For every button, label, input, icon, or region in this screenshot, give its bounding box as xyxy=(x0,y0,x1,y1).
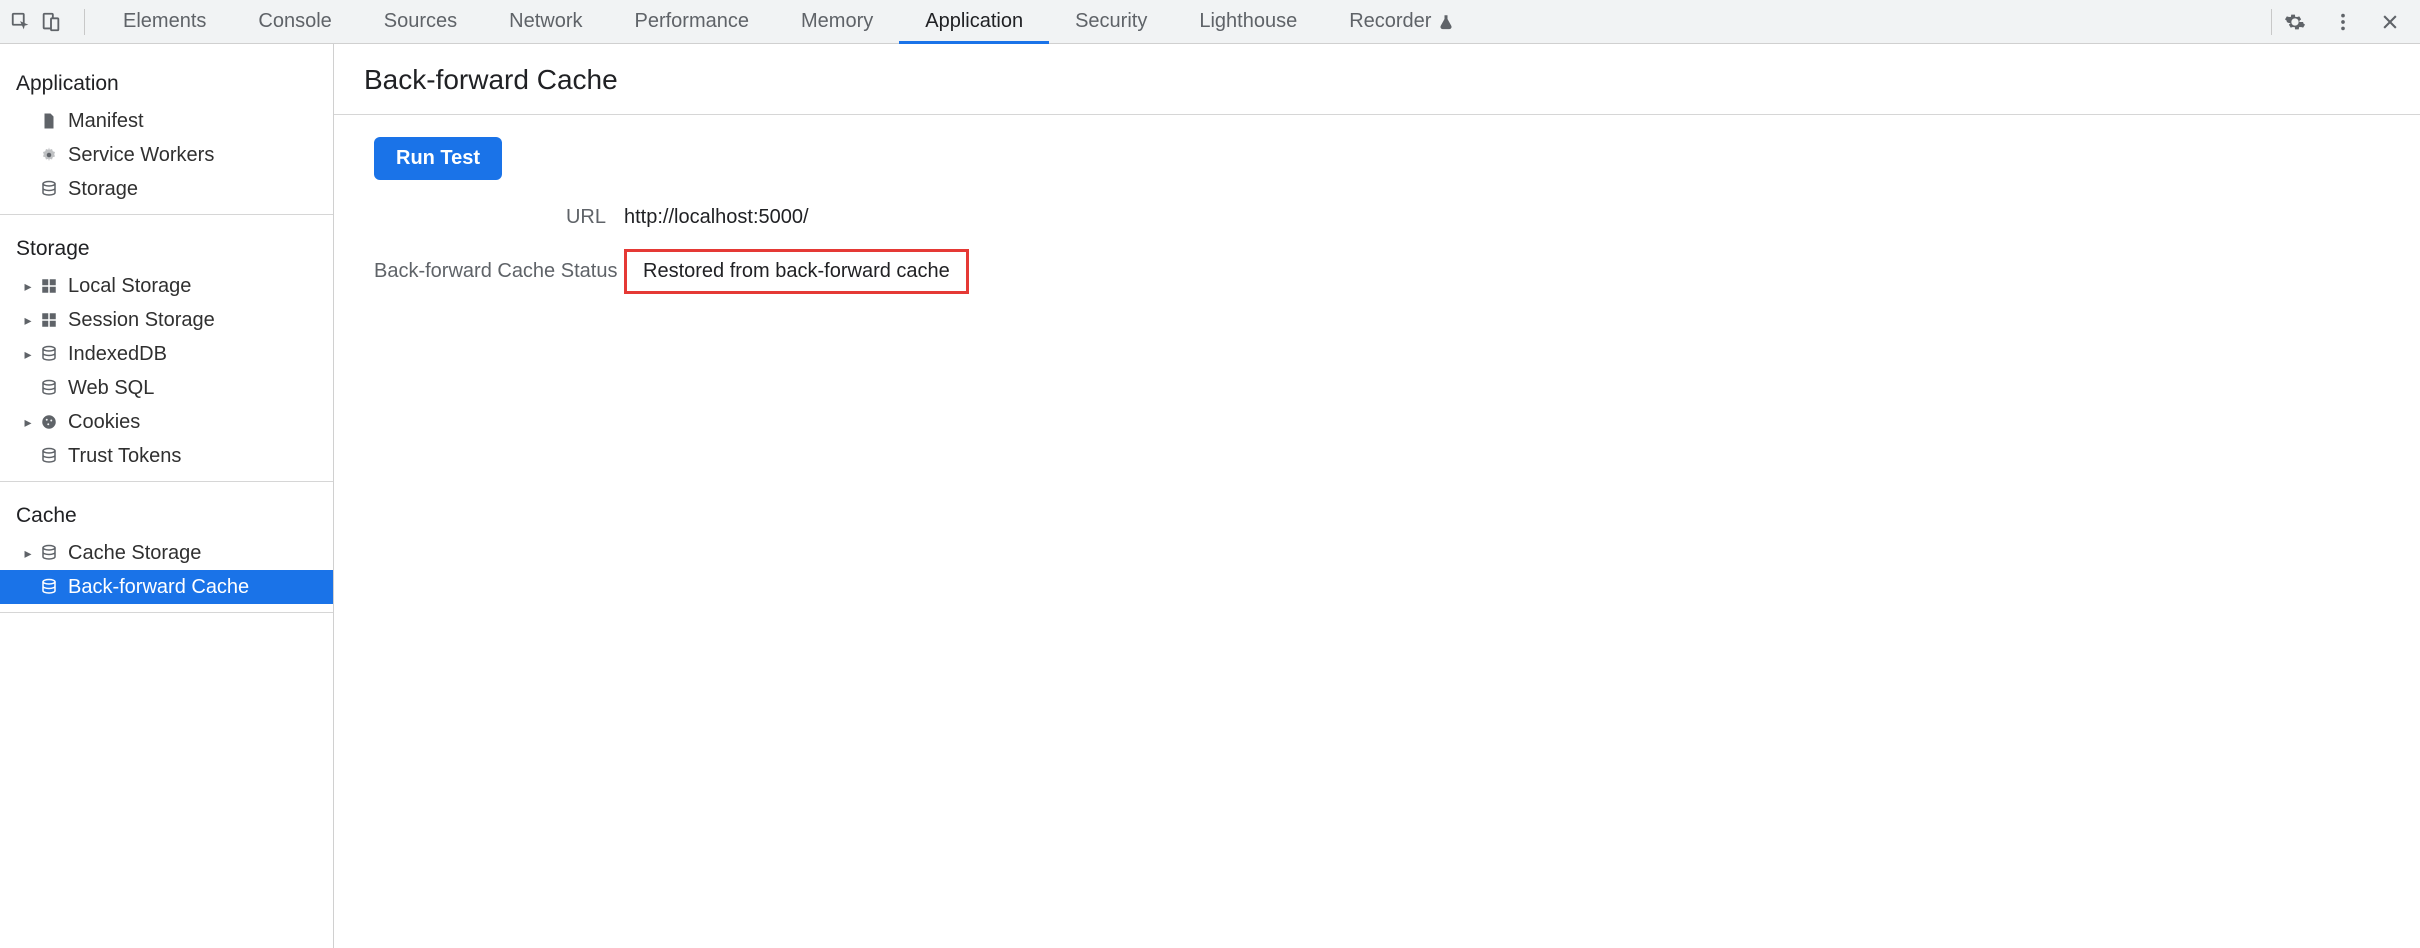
tab-recorder[interactable]: Recorder xyxy=(1323,0,1481,43)
bfcache-info-table: URL http://localhost:5000/ Back-forward … xyxy=(374,206,2380,294)
more-vert-icon[interactable] xyxy=(2332,11,2354,33)
tree-label: Back-forward Cache xyxy=(68,576,249,599)
tabbar-separator xyxy=(84,9,85,35)
tree-label: Session Storage xyxy=(68,309,215,332)
tabbar-right-icons xyxy=(2284,11,2410,33)
cookie-icon xyxy=(38,413,60,431)
chevron-right-icon[interactable]: ▸ xyxy=(20,545,36,562)
chevron-right-icon[interactable]: ▸ xyxy=(20,414,36,431)
tab-label: Console xyxy=(258,10,331,33)
sidebar-item-manifest[interactable]: ▸ Manifest xyxy=(0,104,333,138)
page-title: Back-forward Cache xyxy=(364,64,2390,96)
flask-icon xyxy=(1437,13,1455,31)
grid-icon xyxy=(38,277,60,295)
tree-label: Web SQL xyxy=(68,377,154,400)
main-panel: Back-forward Cache Run Test URL http://l… xyxy=(334,44,2420,948)
database-icon xyxy=(38,345,60,363)
tree-label: IndexedDB xyxy=(68,343,167,366)
tree-label: Service Workers xyxy=(68,144,214,167)
info-row-url: URL http://localhost:5000/ xyxy=(374,206,2380,229)
info-label: URL xyxy=(374,206,624,229)
tab-security[interactable]: Security xyxy=(1049,0,1173,43)
gear-icon xyxy=(38,146,60,164)
tabbar-left-icons xyxy=(6,11,72,33)
gear-icon[interactable] xyxy=(2284,11,2306,33)
close-icon[interactable] xyxy=(2380,12,2400,32)
info-value-url: http://localhost:5000/ xyxy=(624,206,809,229)
tab-label: Security xyxy=(1075,10,1147,33)
tab-network[interactable]: Network xyxy=(483,0,608,43)
devtools-tabbar: Elements Console Sources Network Perform… xyxy=(0,0,2420,44)
chevron-right-icon[interactable]: ▸ xyxy=(20,278,36,295)
sidebar-item-session-storage[interactable]: ▸ Session Storage xyxy=(0,303,333,337)
database-icon xyxy=(38,180,60,198)
tabbar-separator xyxy=(2271,9,2272,35)
info-row-bfcache-status: Back-forward Cache Status Restored from … xyxy=(374,249,2380,294)
chevron-right-icon[interactable]: ▸ xyxy=(20,346,36,363)
application-sidebar: Application ▸ Manifest ▸ Service Workers… xyxy=(0,44,334,948)
sidebar-item-trust-tokens[interactable]: ▸ Trust Tokens xyxy=(0,439,333,473)
tab-label: Lighthouse xyxy=(1199,10,1297,33)
tree-label: Cookies xyxy=(68,411,140,434)
tab-console[interactable]: Console xyxy=(232,0,357,43)
sidebar-item-back-forward-cache[interactable]: ▸ Back-forward Cache xyxy=(0,570,333,604)
main-header: Back-forward Cache xyxy=(334,44,2420,115)
sidebar-item-storage-overview[interactable]: ▸ Storage xyxy=(0,172,333,206)
grid-icon xyxy=(38,311,60,329)
device-toolbar-icon[interactable] xyxy=(40,11,62,33)
devtools-tabs: Elements Console Sources Network Perform… xyxy=(97,0,1481,43)
info-label: Back-forward Cache Status xyxy=(374,260,624,283)
database-icon xyxy=(38,379,60,397)
tree-label: Local Storage xyxy=(68,275,191,298)
sidebar-item-cookies[interactable]: ▸ Cookies xyxy=(0,405,333,439)
database-icon xyxy=(38,447,60,465)
tab-elements[interactable]: Elements xyxy=(97,0,232,43)
sidebar-divider xyxy=(0,612,333,613)
tab-label: Application xyxy=(925,10,1023,33)
tab-label: Network xyxy=(509,10,582,33)
tab-performance[interactable]: Performance xyxy=(609,0,776,43)
tab-label: Recorder xyxy=(1349,10,1431,33)
tab-label: Sources xyxy=(384,10,457,33)
tree-label: Trust Tokens xyxy=(68,445,181,468)
sidebar-item-cache-storage[interactable]: ▸ Cache Storage xyxy=(0,536,333,570)
sidebar-item-web-sql[interactable]: ▸ Web SQL xyxy=(0,371,333,405)
sidebar-group-storage: Storage xyxy=(0,223,333,269)
inspect-element-icon[interactable] xyxy=(10,11,32,33)
sidebar-group-application: Application xyxy=(0,58,333,104)
sidebar-group-cache: Cache xyxy=(0,490,333,536)
sidebar-item-local-storage[interactable]: ▸ Local Storage xyxy=(0,269,333,303)
tree-label: Storage xyxy=(68,178,138,201)
info-value-bfcache-status: Restored from back-forward cache xyxy=(624,249,969,294)
tab-label: Memory xyxy=(801,10,873,33)
database-icon xyxy=(38,578,60,596)
run-test-button[interactable]: Run Test xyxy=(374,137,502,180)
sidebar-item-indexeddb[interactable]: ▸ IndexedDB xyxy=(0,337,333,371)
tree-label: Cache Storage xyxy=(68,542,201,565)
sidebar-divider xyxy=(0,481,333,482)
tab-application[interactable]: Application xyxy=(899,0,1049,43)
tab-memory[interactable]: Memory xyxy=(775,0,899,43)
tab-sources[interactable]: Sources xyxy=(358,0,483,43)
tab-label: Performance xyxy=(635,10,750,33)
tree-label: Manifest xyxy=(68,110,144,133)
chevron-right-icon[interactable]: ▸ xyxy=(20,312,36,329)
database-icon xyxy=(38,544,60,562)
tab-label: Elements xyxy=(123,10,206,33)
sidebar-divider xyxy=(0,214,333,215)
file-icon xyxy=(38,112,60,130)
main-body: Run Test URL http://localhost:5000/ Back… xyxy=(334,115,2420,336)
sidebar-item-service-workers[interactable]: ▸ Service Workers xyxy=(0,138,333,172)
tab-lighthouse[interactable]: Lighthouse xyxy=(1173,0,1323,43)
